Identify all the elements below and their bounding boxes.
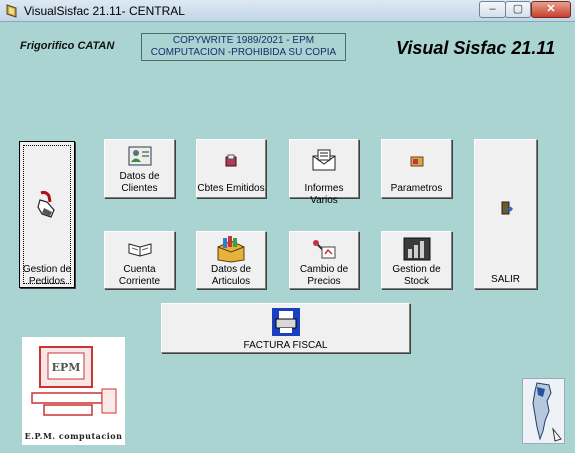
client-card-icon [128, 146, 151, 166]
minimize-button[interactable]: – [479, 1, 506, 18]
factura-fiscal-label: FACTURA FISCAL [243, 340, 328, 351]
logo-caption: E.P.M. computacion [24, 431, 123, 441]
close-icon: ✕ [546, 3, 556, 15]
cbtes-emitidos-label: Cbtes Emitidos [197, 183, 265, 194]
computer-logo-icon: EPM [31, 346, 117, 416]
gestion-stock-button[interactable]: Gestion de Stock [381, 231, 452, 289]
minimize-icon: – [489, 3, 496, 15]
map-icon [532, 382, 562, 442]
parametros-label: Parametros [390, 183, 443, 194]
copyright-box: COPYWRITE 1989/2021 - EPM COMPUTACION -P… [141, 33, 346, 61]
epm-logo: EPM E.P.M. computacion [22, 337, 125, 445]
copyright-line-1: COPYWRITE 1989/2021 - EPM [172, 35, 315, 46]
open-book-icon [128, 243, 151, 257]
salir-label: SALIR [491, 274, 520, 285]
price-tag-icon [313, 240, 336, 259]
maximize-button[interactable]: ▢ [505, 1, 531, 18]
cambio-precios-label: Cambio de Precios [299, 264, 349, 287]
argentina-map-image [522, 378, 565, 444]
cuenta-corriente-label: Cuenta Corriente [118, 264, 161, 287]
reports-envelope-icon [312, 149, 336, 171]
app-icon [6, 4, 17, 18]
window-title: VisualSisfac 21.11- CENTRAL [24, 4, 185, 18]
cambio-precios-button[interactable]: Cambio de Precios [289, 231, 359, 289]
gestion-stock-label: Gestion de Stock [392, 264, 441, 287]
logo-screen-text: EPM [52, 361, 81, 374]
datos-clientes-button[interactable]: Datos de Clientes [104, 139, 175, 198]
fiscal-printer-icon [271, 308, 300, 336]
datos-clientes-label: Datos de Clientes [119, 171, 160, 194]
receipt-printer-icon [225, 154, 237, 167]
title-bar[interactable]: VisualSisfac 21.11- CENTRAL – ▢ ✕ [0, 0, 575, 22]
datos-articulos-button[interactable]: Datos de Articulos [196, 231, 266, 289]
settings-folder-icon [410, 156, 423, 167]
gestion-pedidos-button[interactable]: Gestion de Pedidos [19, 141, 75, 288]
close-button[interactable]: ✕ [531, 1, 571, 18]
salir-button[interactable]: SALIR [474, 139, 537, 289]
informes-varios-label: Informes Varios [304, 183, 344, 206]
cuenta-corriente-button[interactable]: Cuenta Corriente [104, 231, 175, 289]
gestion-pedidos-label: Gestion de Pedidos [22, 264, 72, 287]
product-box-icon [217, 236, 245, 263]
exit-door-icon [501, 201, 513, 215]
stock-chart-icon [403, 237, 430, 261]
parametros-button[interactable]: Parametros [381, 139, 452, 198]
app-title: Visual Sisfac 21.11 [396, 38, 556, 58]
factura-fiscal-button[interactable]: FACTURA FISCAL [161, 303, 410, 353]
datos-articulos-label: Datos de Articulos [210, 264, 252, 287]
cbtes-emitidos-button[interactable]: Cbtes Emitidos [196, 139, 266, 198]
maximize-icon: ▢ [512, 3, 524, 15]
company-name: Frigorifico CATAN [20, 40, 115, 52]
hand-pointer-icon [37, 190, 55, 218]
copyright-line-2: COMPUTACION -PROHIBIDA SU COPIA [150, 47, 337, 58]
informes-varios-button[interactable]: Informes Varios [289, 139, 359, 206]
